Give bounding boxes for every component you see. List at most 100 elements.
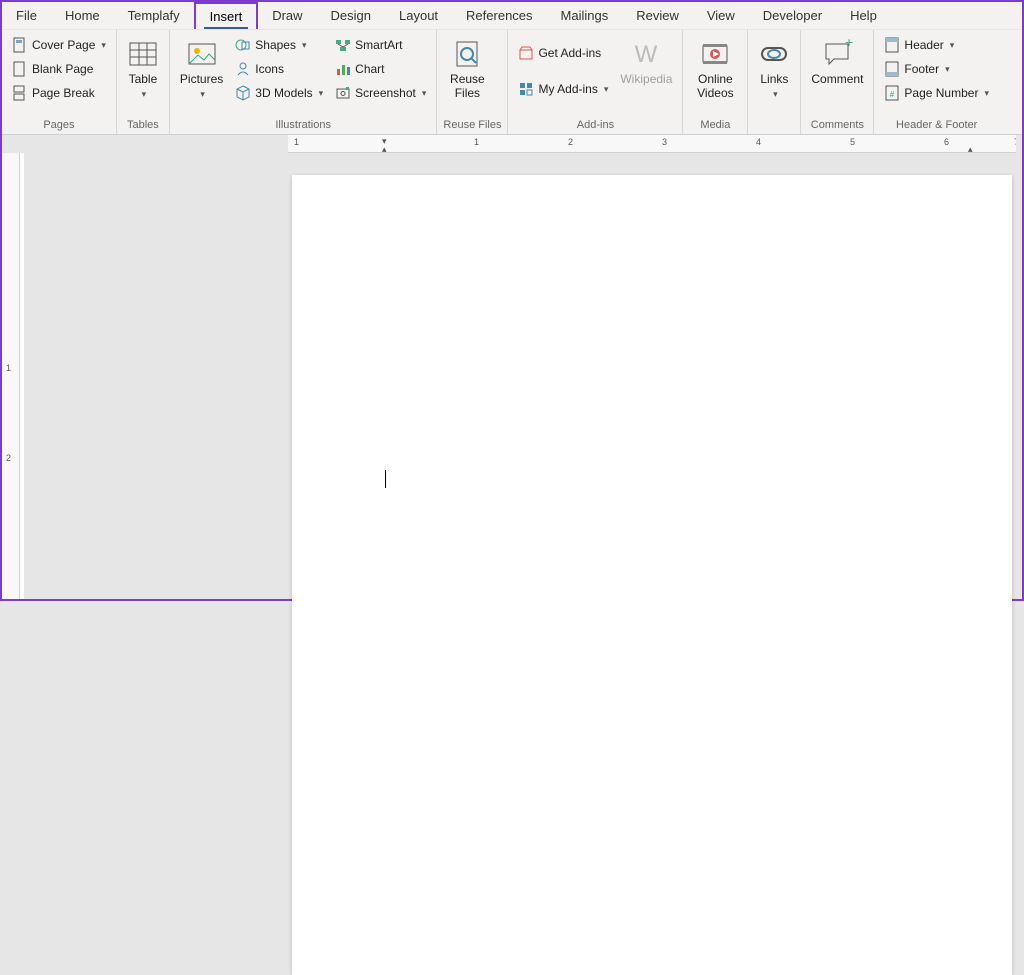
screenshot-icon (335, 85, 351, 101)
tab-mailings[interactable]: Mailings (547, 2, 623, 29)
tab-help[interactable]: Help (836, 2, 891, 29)
ruler-mark: 7 (1014, 137, 1016, 147)
icons-icon (235, 61, 251, 77)
tab-view[interactable]: View (693, 2, 749, 29)
online-videos-button[interactable]: Online Videos (689, 34, 741, 100)
chevron-down-icon: ▾ (773, 89, 778, 99)
tab-insert[interactable]: Insert (194, 2, 259, 29)
ruler-mark: 1 (6, 363, 11, 373)
chevron-down-icon: ▾ (142, 89, 147, 99)
group-illustrations: Pictures▾ Shapes▾ Icons 3D Models ▾ (170, 30, 437, 134)
icons-label: Icons (255, 62, 284, 76)
right-indent-marker-icon[interactable]: ▴ (968, 144, 973, 153)
group-links-label (754, 116, 794, 134)
group-reuse-files: Reuse Files Reuse Files (437, 30, 508, 134)
group-header-footer: Header ▾ Footer▾ # Page Number▾ Header & … (874, 30, 999, 134)
header-icon (884, 37, 900, 53)
indent-marker-icon[interactable]: ▴ (382, 144, 387, 153)
group-tables-label: Tables (123, 116, 163, 134)
tab-home[interactable]: Home (51, 2, 114, 29)
links-label: Links (760, 72, 788, 86)
group-addins-label: Add-ins (514, 116, 676, 134)
svg-text:+: + (845, 38, 853, 50)
tab-file[interactable]: File (2, 2, 51, 29)
tab-layout[interactable]: Layout (385, 2, 452, 29)
chevron-down-icon: ▾ (302, 40, 307, 51)
smartart-label: SmartArt (355, 38, 402, 52)
table-label: Table (129, 72, 158, 86)
page-number-icon: # (884, 85, 900, 101)
group-comments-label: Comments (807, 116, 867, 134)
group-illustrations-label: Illustrations (176, 116, 430, 134)
ribbon: Cover Page▾ Blank Page Page Break Pages … (2, 30, 1022, 135)
wikipedia-button[interactable]: W Wikipedia (616, 34, 676, 86)
ruler-mark: 1 (294, 137, 299, 147)
links-button[interactable]: Links ▾ (754, 34, 794, 101)
document-page[interactable] (292, 175, 1012, 975)
page-break-icon (12, 85, 28, 101)
store-icon (518, 45, 534, 61)
blank-page-label: Blank Page (32, 62, 93, 76)
chart-button[interactable]: Chart (331, 58, 430, 80)
tab-developer[interactable]: Developer (749, 2, 836, 29)
get-addins-button[interactable]: Get Add-ins (514, 42, 612, 64)
pictures-icon (186, 38, 218, 70)
link-icon (758, 38, 790, 70)
tab-draw[interactable]: Draw (258, 2, 316, 29)
reuse-files-label: Reuse Files (447, 72, 487, 100)
group-tables: Table ▾ Tables (117, 30, 170, 134)
ruler-mark: 3 (662, 137, 667, 147)
table-icon (127, 38, 159, 70)
tab-references[interactable]: References (452, 2, 546, 29)
addins-icon (518, 81, 534, 97)
chevron-down-icon: ▾ (945, 64, 950, 75)
footer-icon (884, 61, 900, 77)
shapes-label: Shapes (255, 38, 296, 52)
page-break-button[interactable]: Page Break (8, 82, 110, 104)
cover-page-button[interactable]: Cover Page▾ (8, 34, 110, 56)
smartart-button[interactable]: SmartArt (331, 34, 430, 56)
group-reuse-label: Reuse Files (443, 116, 501, 134)
ruler-mark: 1 (474, 137, 479, 147)
footer-button[interactable]: Footer▾ (880, 58, 993, 80)
cube-icon (235, 85, 251, 101)
header-label: Header (904, 38, 943, 52)
shapes-icon (235, 37, 251, 53)
ruler-mark: 6 (944, 137, 949, 147)
comment-button[interactable]: + Comment (807, 34, 867, 86)
reuse-files-button[interactable]: Reuse Files (443, 34, 491, 100)
chevron-down-icon: ▾ (101, 40, 106, 51)
chevron-down-icon: ▾ (422, 88, 427, 99)
header-button[interactable]: Header ▾ (880, 34, 993, 56)
tab-review[interactable]: Review (622, 2, 693, 29)
ruler-mark: 2 (6, 453, 11, 463)
my-addins-button[interactable]: My Add-ins ▾ (514, 78, 612, 100)
page-number-button[interactable]: # Page Number▾ (880, 82, 993, 104)
horizontal-ruler[interactable]: 1 1 2 3 4 5 6 7 ▾ ▴ ▴ (288, 135, 1016, 153)
group-media-label: Media (689, 116, 741, 134)
my-addins-label: My Add-ins (538, 82, 597, 96)
screenshot-button[interactable]: Screenshot▾ (331, 82, 430, 104)
vertical-ruler[interactable]: 1 2 (2, 153, 20, 599)
svg-text:#: # (890, 90, 895, 99)
3d-models-button[interactable]: 3D Models ▾ (231, 82, 327, 104)
pictures-label: Pictures (180, 72, 223, 86)
pictures-button[interactable]: Pictures▾ (176, 34, 227, 101)
page-break-label: Page Break (32, 86, 95, 100)
group-pages-label: Pages (8, 116, 110, 134)
icons-button[interactable]: Icons (231, 58, 327, 80)
reuse-files-icon (451, 38, 483, 70)
table-button[interactable]: Table ▾ (123, 34, 163, 101)
ruler-mark: 4 (756, 137, 761, 147)
comment-icon: + (821, 38, 853, 70)
group-header-footer-label: Header & Footer (880, 116, 993, 134)
shapes-button[interactable]: Shapes ▾ (231, 34, 327, 56)
chevron-down-icon: ▾ (950, 40, 955, 51)
chevron-down-icon: ▾ (319, 88, 324, 99)
tab-design[interactable]: Design (317, 2, 385, 29)
tab-templafy[interactable]: Templafy (114, 2, 194, 29)
get-addins-label: Get Add-ins (538, 46, 601, 60)
ruler-mark: 5 (850, 137, 855, 147)
blank-page-button[interactable]: Blank Page (8, 58, 110, 80)
text-cursor (385, 470, 386, 488)
